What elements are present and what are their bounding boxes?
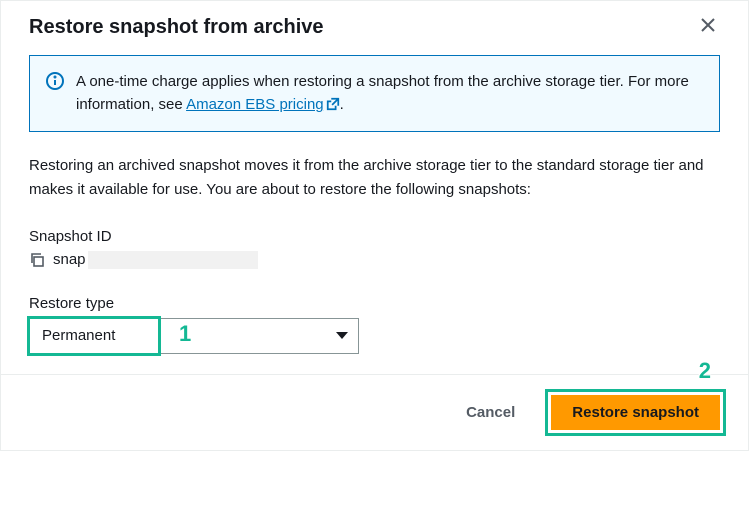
restore-type-label: Restore type [29, 295, 720, 312]
dialog-description: Restoring an archived snapshot moves it … [29, 154, 720, 202]
info-icon [46, 72, 64, 90]
pricing-link[interactable]: Amazon EBS pricing [186, 96, 340, 113]
restore-type-value: Permanent [42, 327, 115, 344]
cancel-button[interactable]: Cancel [448, 396, 533, 429]
dialog-footer: Cancel Restore snapshot 2 [1, 374, 748, 450]
annotation-badge-1: 1 [179, 321, 191, 347]
dialog-title: Restore snapshot from archive [29, 16, 324, 39]
restore-snapshot-button[interactable]: Restore snapshot [551, 395, 720, 430]
close-icon [701, 18, 715, 37]
snapshot-id-row: snap [29, 251, 720, 269]
snapshot-id-redacted [88, 251, 258, 269]
copy-icon[interactable] [29, 252, 45, 268]
snapshot-id-prefix: snap [53, 251, 86, 268]
snapshot-id-value: snap [53, 251, 258, 269]
annotation-badge-2: 2 [699, 358, 711, 384]
close-button[interactable] [696, 15, 720, 39]
snapshot-id-label: Snapshot ID [29, 228, 720, 245]
dialog-header: Restore snapshot from archive [1, 1, 748, 49]
chevron-down-icon [336, 332, 348, 339]
restore-snapshot-dialog: Restore snapshot from archive A one-time… [0, 0, 749, 451]
pricing-link-text: Amazon EBS pricing [186, 96, 324, 113]
info-text: A one-time charge applies when restoring… [76, 70, 703, 117]
info-alert: A one-time charge applies when restoring… [29, 55, 720, 132]
restore-type-select[interactable]: Permanent [29, 318, 359, 354]
info-text-prefix: A one-time charge applies when restoring… [76, 73, 689, 113]
restore-type-field: Permanent 1 [29, 318, 359, 354]
annotation-highlight-2: Restore snapshot 2 [545, 389, 726, 436]
external-link-icon [326, 95, 340, 109]
dialog-body: A one-time charge applies when restoring… [1, 49, 748, 374]
info-text-suffix: . [340, 96, 344, 113]
